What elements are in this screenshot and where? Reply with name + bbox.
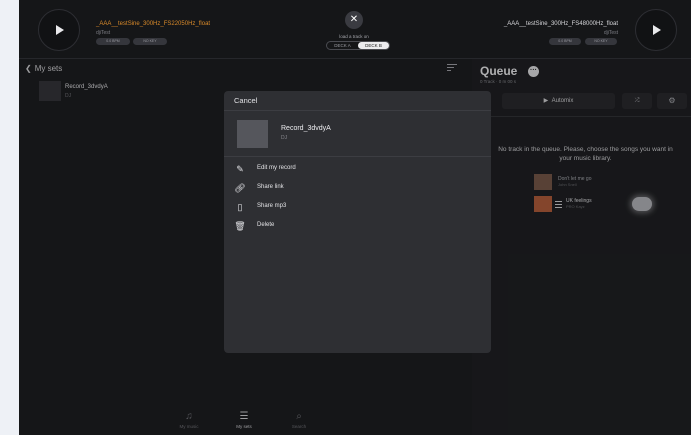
trash-icon: 🗑︎	[234, 221, 246, 231]
edit-icon: ✎	[236, 164, 244, 174]
link-icon: 🔗︎	[234, 183, 246, 193]
close-button[interactable]: ✕	[345, 11, 363, 29]
file-icon: ▯	[237, 202, 243, 212]
divider	[224, 156, 491, 157]
deck-right-bpm: 0.0 BPM	[549, 38, 581, 45]
play-icon	[653, 25, 661, 35]
deck-left-bpm: 0.0 BPM	[96, 38, 130, 45]
deck-b-option[interactable]: DECK B	[358, 42, 389, 49]
deck-right-key: NO KEY	[585, 38, 617, 45]
deck-right-play-button[interactable]	[635, 9, 677, 51]
share-mp3-action[interactable]: ▯ Share mp3	[234, 201, 484, 213]
deck-a-option[interactable]: DECK A	[327, 42, 358, 49]
deck-left-key: NO KEY	[133, 38, 167, 45]
share-link-action[interactable]: 🔗︎ Share link	[234, 182, 484, 194]
deck-right-title: _AAA__testSine_300Hz_FS48000Hz_float	[503, 21, 618, 27]
record-thumbnail	[237, 120, 268, 148]
action-label: Share mp3	[257, 203, 287, 209]
load-track-label: load a track on	[339, 34, 369, 39]
delete-action[interactable]: 🗑︎ Delete	[234, 220, 484, 232]
cancel-button[interactable]: Cancel	[234, 96, 257, 105]
action-label: Edit my record	[257, 165, 296, 171]
record-subtitle: DJ	[281, 135, 288, 141]
close-icon: ✕	[349, 14, 359, 25]
action-label: Share link	[257, 184, 284, 190]
edit-record-action[interactable]: ✎ Edit my record	[234, 163, 484, 175]
record-actions-sheet: Cancel Record_3dvdyA DJ ✎ Edit my record…	[224, 91, 491, 353]
deck-left-title: _AAA__testSine_300Hz_FS22050Hz_float	[96, 21, 211, 27]
record-name: Record_3dvdyA	[281, 125, 331, 132]
deck-left-artist: djiTest	[96, 30, 111, 36]
decks-bar: _AAA__testSine_300Hz_FS22050Hz_float dji…	[19, 0, 691, 59]
app-window: _AAA__testSine_300Hz_FS22050Hz_float dji…	[19, 0, 691, 435]
deck-left-play-button[interactable]	[38, 9, 80, 51]
deck-selector: DECK A DECK B	[326, 41, 390, 50]
divider	[224, 110, 491, 111]
deck-right-artist: djiTest	[603, 30, 618, 36]
play-icon	[56, 25, 64, 35]
action-label: Delete	[257, 222, 275, 228]
